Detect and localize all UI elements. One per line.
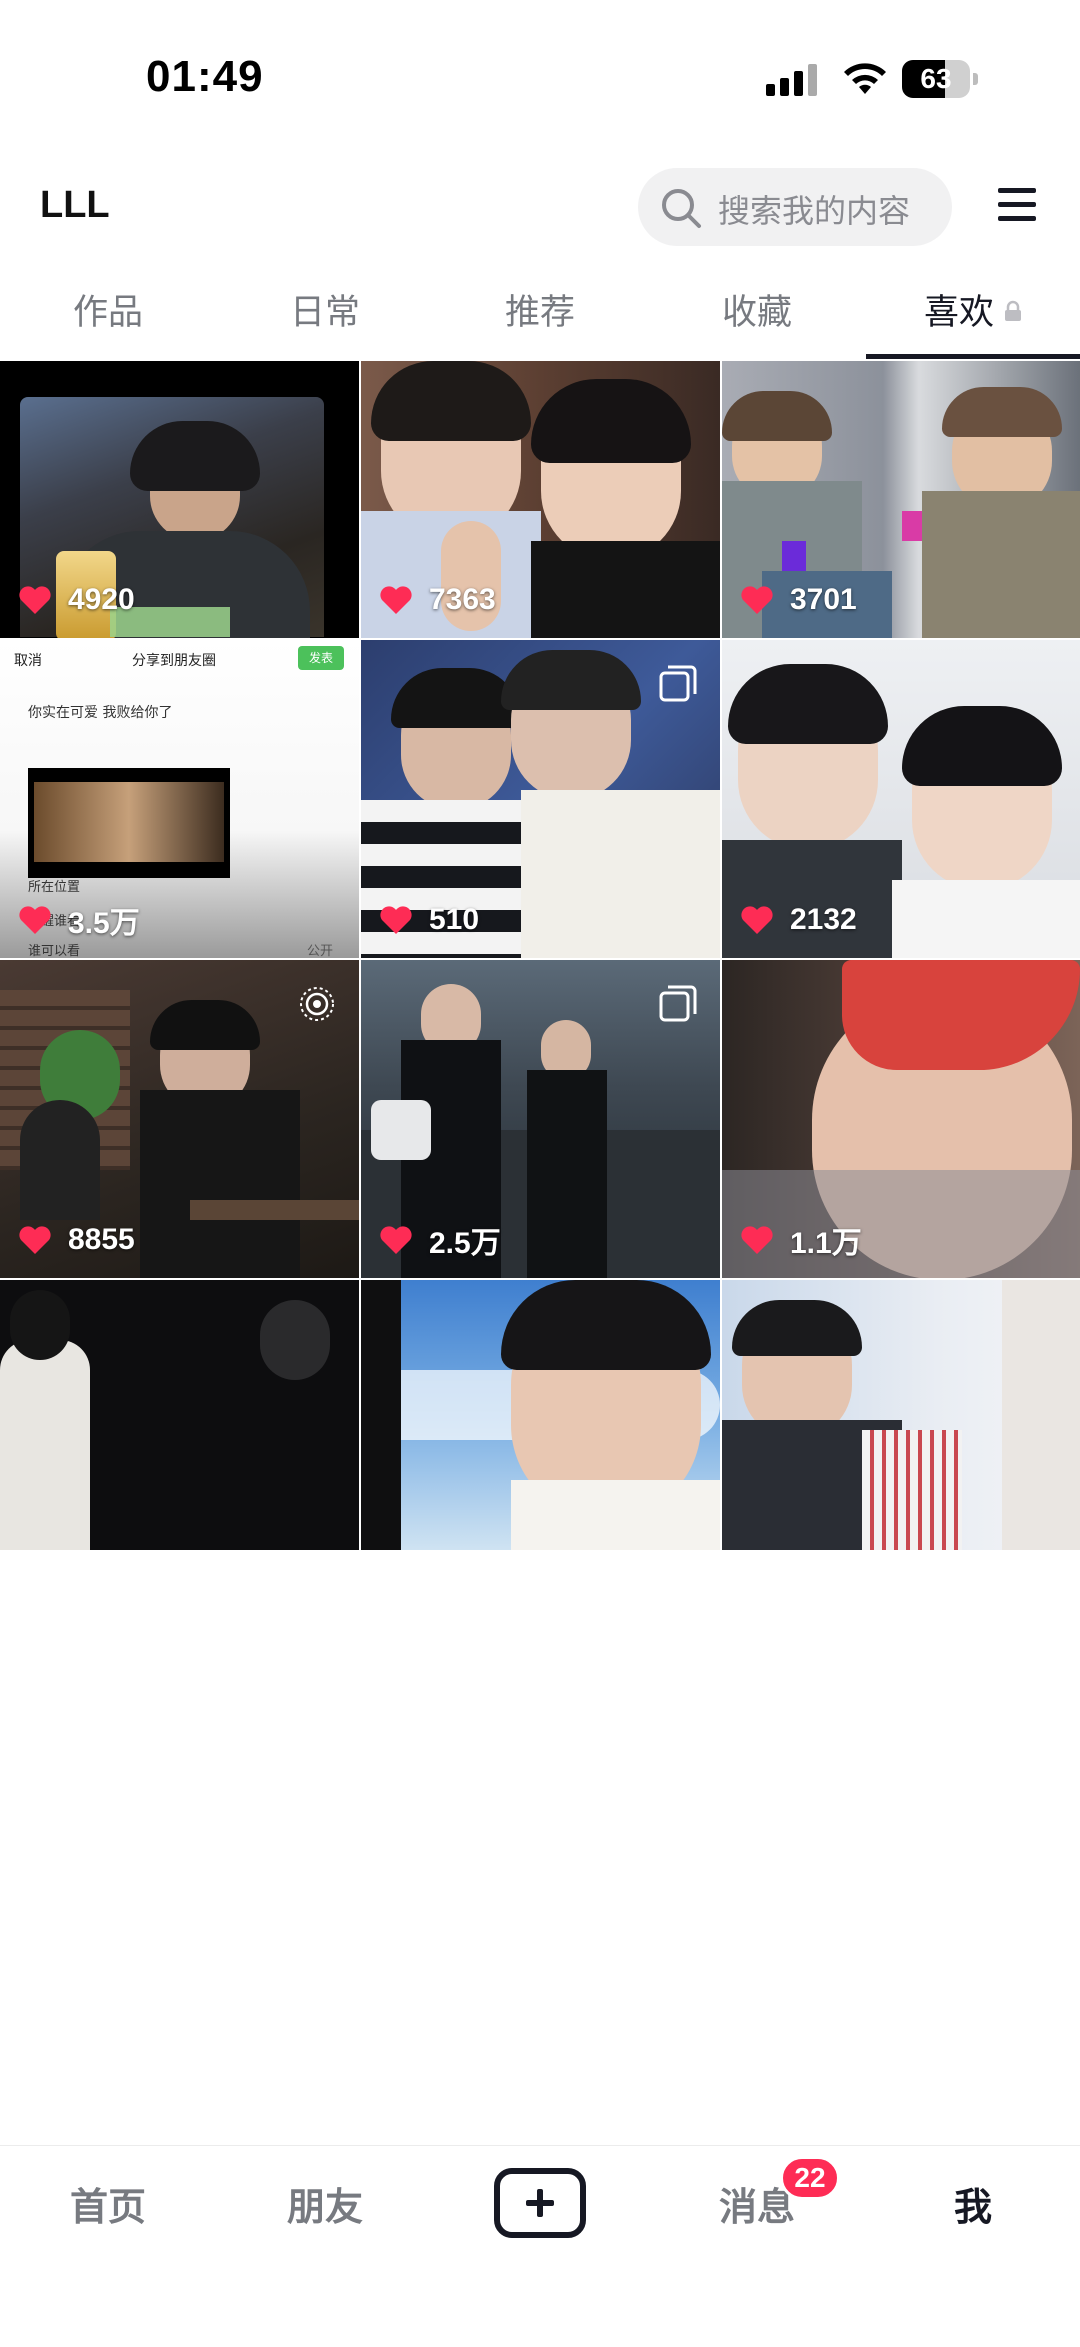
video-thumbnail[interactable]: 取消 分享到朋友圈 发表 你实在可爱 我败给你了 所在位置 提醒谁看 谁可以看 … [0, 640, 359, 958]
search-placeholder: 搜索我的内容 [718, 192, 911, 230]
nav-home[interactable]: 首页 [28, 2176, 188, 2231]
heart-icon [19, 586, 51, 614]
like-count: 3.5万 [18, 900, 140, 940]
like-count-value: 3701 [790, 583, 857, 616]
like-count-value: 510 [429, 903, 480, 936]
multi-image-icon [659, 665, 697, 702]
battery-icon: 63 [902, 60, 978, 98]
menu-icon[interactable] [998, 188, 1036, 222]
live-photo-icon [300, 987, 334, 1021]
tab-favorites[interactable]: 收藏 [677, 284, 837, 335]
video-thumbnail[interactable]: 8855 [0, 960, 359, 1278]
search-icon [662, 189, 701, 228]
profile-header: LLL 搜索我的内容 [0, 160, 1080, 252]
battery-level: 63 [920, 63, 952, 94]
like-count: 7363 [379, 580, 496, 620]
tab-likes-label: 喜欢 [923, 293, 994, 333]
like-count: 2.5万 [379, 1220, 501, 1260]
video-thumbnail[interactable] [361, 1280, 720, 1550]
share-location-row: 所在位置 [28, 880, 81, 895]
status-bar: 01:49 63 [0, 0, 1080, 150]
search-input[interactable]: 搜索我的内容 [638, 168, 952, 246]
video-thumbnail[interactable]: 3701 [722, 361, 1080, 638]
like-count: 510 [379, 900, 479, 940]
video-thumbnail[interactable] [722, 1280, 1080, 1550]
heart-icon [380, 1226, 412, 1254]
profile-tabs: 作品 日常 推荐 收藏 喜欢 [0, 270, 1080, 360]
like-count: 4920 [18, 580, 135, 620]
like-count: 2132 [740, 900, 857, 940]
video-thumbnail[interactable] [0, 1280, 359, 1550]
active-tab-indicator [866, 354, 1080, 359]
heart-icon [19, 906, 51, 934]
heart-icon [380, 586, 412, 614]
status-time: 01:49 [146, 52, 264, 101]
liked-video-grid: 4920 7363 3701 取消 分享到朋友圈 发表 你实在可爱 我败给你了 … [0, 361, 1080, 2145]
heart-icon [741, 1226, 773, 1254]
video-thumbnail[interactable]: 7363 [361, 361, 720, 638]
heart-icon [19, 1226, 51, 1254]
like-count-value: 1.1万 [790, 1227, 862, 1260]
tab-works[interactable]: 作品 [28, 284, 188, 335]
tab-recommend[interactable]: 推荐 [460, 284, 620, 335]
like-count: 3701 [740, 580, 857, 620]
like-count-value: 2.5万 [429, 1227, 501, 1260]
like-count: 8855 [18, 1220, 135, 1260]
nav-me[interactable]: 我 [893, 2176, 1053, 2231]
heart-icon [741, 906, 773, 934]
share-visibility-value: 公开 [306, 944, 333, 958]
like-count: 1.1万 [740, 1220, 862, 1260]
like-count-value: 4920 [68, 583, 135, 616]
heart-icon [741, 586, 773, 614]
cellular-signal-icon [766, 62, 822, 96]
video-thumbnail[interactable]: 2132 [722, 640, 1080, 958]
username: LLL [40, 184, 110, 226]
share-preview-image [28, 768, 230, 878]
video-thumbnail[interactable]: 2.5万 [361, 960, 720, 1278]
share-caption-text: 你实在可爱 我败给你了 [28, 705, 173, 721]
heart-icon [380, 906, 412, 934]
share-visibility-row: 谁可以看 [28, 944, 81, 958]
share-cancel-text: 取消 [14, 653, 42, 669]
bottom-navigation: 首页 朋友 消息 22 我 [0, 2145, 1080, 2347]
video-thumbnail[interactable]: 1.1万 [722, 960, 1080, 1278]
share-title-text: 分享到朋友圈 [132, 653, 216, 669]
share-post-badge: 发表 [298, 646, 344, 670]
lock-icon [1005, 300, 1021, 321]
create-button[interactable] [494, 2168, 586, 2238]
nav-friends[interactable]: 朋友 [245, 2176, 405, 2231]
like-count-value: 3.5万 [68, 907, 140, 940]
wifi-icon [844, 63, 886, 94]
multi-image-icon [659, 985, 697, 1022]
video-thumbnail[interactable]: 510 [361, 640, 720, 958]
video-thumbnail[interactable]: 4920 [0, 361, 359, 638]
like-count-value: 2132 [790, 903, 857, 936]
tab-daily[interactable]: 日常 [245, 284, 405, 335]
like-count-value: 7363 [429, 583, 496, 616]
tab-likes[interactable]: 喜欢 [893, 284, 1053, 335]
messages-badge: 22 [780, 2156, 840, 2200]
like-count-value: 8855 [68, 1223, 135, 1256]
